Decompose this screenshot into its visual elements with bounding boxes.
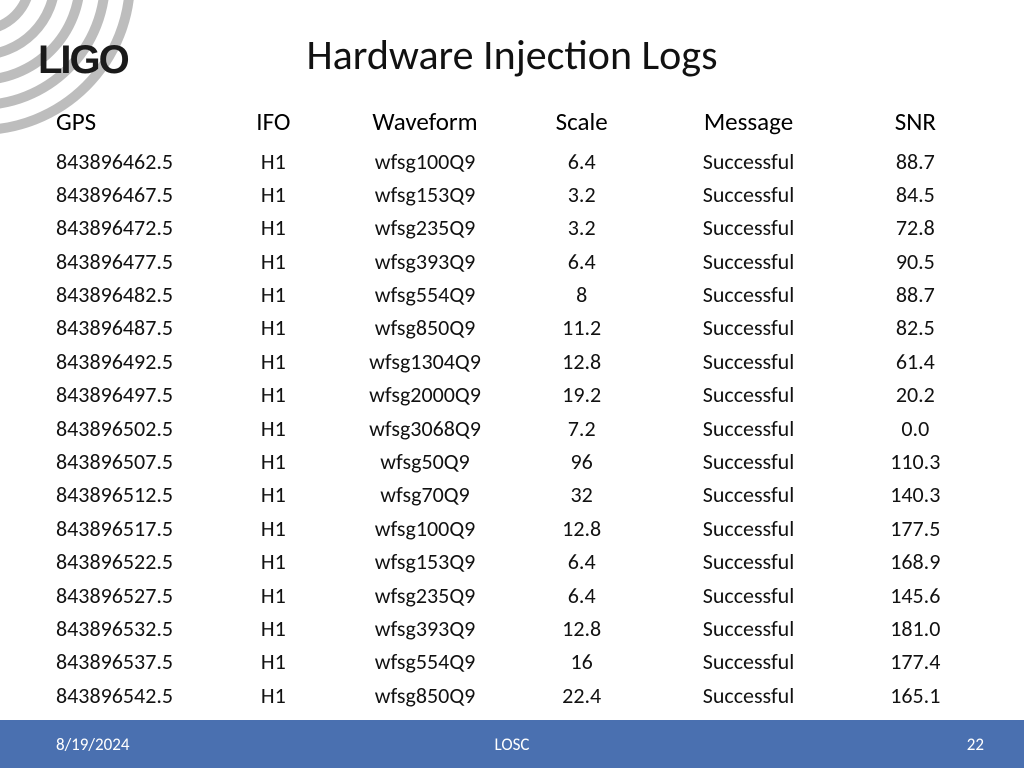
col-header-waveform: Waveform xyxy=(329,102,521,145)
footer-center: LOSC xyxy=(0,734,1024,755)
col-header-ifo: IFO xyxy=(218,102,329,145)
table-row: 843896497.5H1wfsg2000Q919.2Successful20.… xyxy=(56,379,976,412)
slide-footer: 8/19/2024 LOSC 22 xyxy=(0,720,1024,768)
slide-title: Hardware Injection Logs xyxy=(0,30,1024,81)
table-row: 843896487.5H1wfsg850Q911.2Successful82.5 xyxy=(56,312,976,345)
table-row: 843896462.5H1wfsg100Q96.4Successful88.7 xyxy=(56,145,976,178)
table-row: 843896512.5H1wfsg70Q932Successful140.3 xyxy=(56,479,976,512)
col-header-message: Message xyxy=(642,102,854,145)
table-row: 843896482.5H1wfsg554Q98Successful88.7 xyxy=(56,279,976,312)
table-row: 843896542.5H1wfsg850Q922.4Successful165.… xyxy=(56,679,976,712)
col-header-scale: Scale xyxy=(521,102,642,145)
table-row: 843896502.5H1wfsg3068Q97.2Successful0.0 xyxy=(56,412,976,445)
col-header-gps: GPS xyxy=(56,102,218,145)
col-header-snr: SNR xyxy=(855,102,976,145)
table-row: 843896517.5H1wfsg100Q912.8Successful177.… xyxy=(56,512,976,545)
table-row: 843896467.5H1wfsg153Q93.2Successful84.5 xyxy=(56,178,976,211)
table-row: 843896522.5H1wfsg153Q96.4Successful168.9 xyxy=(56,546,976,579)
table-row: 843896537.5H1wfsg554Q916Successful177.4 xyxy=(56,646,976,679)
table-row: 843896477.5H1wfsg393Q96.4Successful90.5 xyxy=(56,245,976,278)
table-row: 843896472.5H1wfsg235Q93.2Successful72.8 xyxy=(56,212,976,245)
table-row: 843896492.5H1wfsg1304Q912.8Successful61.… xyxy=(56,345,976,378)
footer-page-number: 22 xyxy=(967,734,984,755)
injection-log-table: GPSIFOWaveformScaleMessageSNR 843896462.… xyxy=(56,102,976,746)
table-row: 843896527.5H1wfsg235Q96.4Successful145.6 xyxy=(56,579,976,612)
table-row: 843896532.5H1wfsg393Q912.8Successful181.… xyxy=(56,612,976,645)
table-row: 843896507.5H1wfsg50Q996Successful110.3 xyxy=(56,446,976,479)
